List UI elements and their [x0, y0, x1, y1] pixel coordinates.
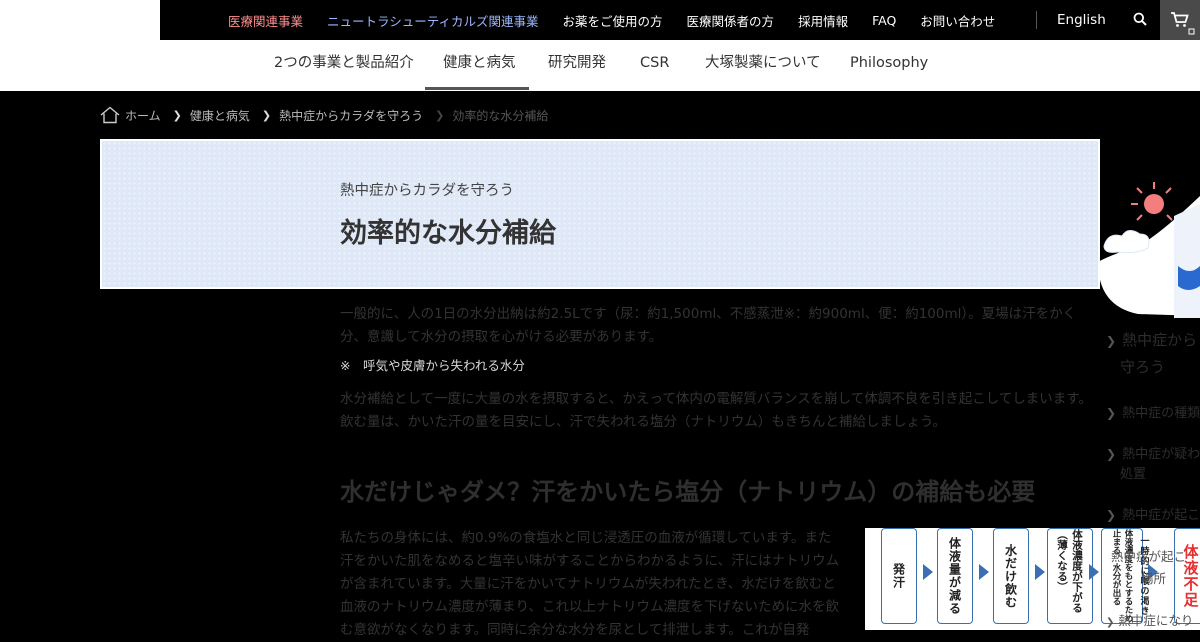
hero-banner: 熱中症からカラダを守ろう 効率的な水分補給	[100, 139, 1100, 289]
topnav-patients[interactable]: お薬をご使用の方	[563, 11, 663, 30]
overlay-text: ❯ 熱中症になり	[1106, 610, 1193, 629]
sidemenu-item[interactable]: ❯ 熱中症の種類	[1106, 402, 1200, 421]
cart-button[interactable]	[1160, 0, 1200, 40]
home-icon	[100, 106, 120, 124]
sidemenu-item-cont[interactable]: 守ろう	[1120, 356, 1165, 377]
mainnav-csr[interactable]: CSR	[640, 40, 669, 91]
arrow-right-icon	[979, 564, 989, 580]
dehydration-infographic: 発汗 体液量が減る 水だけ飲む 体液濃度が下がる（薄くなる） 体液濃度をもとする…	[865, 528, 1200, 630]
chevron-right-icon: ❯	[1106, 617, 1115, 628]
chevron-right-icon: ❯	[435, 108, 445, 122]
arrow-right-icon	[923, 564, 933, 580]
chevron-right-icon: ❯	[172, 108, 182, 122]
mainnav-health[interactable]: 健康と病気	[443, 40, 516, 91]
mainnav-business[interactable]: 2つの事業と製品紹介	[274, 40, 414, 91]
sidemenu-item[interactable]: ❯ 熱中症が疑わ	[1106, 443, 1200, 462]
page-title: 効率的な水分補給	[340, 218, 556, 249]
mainnav-active-indicator	[425, 87, 529, 90]
sidemenu-label: 熱中症が起こ	[1122, 508, 1200, 523]
arrow-right-icon	[1089, 564, 1099, 580]
topnav-medical[interactable]: 医療関連事業	[228, 11, 303, 30]
footnote: ※ 呼気や皮膚から失われる水分	[340, 358, 525, 373]
arrow-right-icon	[1035, 564, 1045, 580]
step-box: 体液量が減る	[937, 528, 973, 624]
step-box: 体液濃度が下がる（薄くなる）	[1047, 528, 1093, 624]
sidemenu-item-cont[interactable]: 処置	[1120, 463, 1146, 482]
logo-area[interactable]	[0, 0, 160, 40]
sidemenu-label: 熱中症から	[1122, 331, 1198, 349]
paragraph-intake: 一般的に、人の1日の水分出納は約2.5Lです（尿：約1,500ml、不感蒸泄※：…	[340, 306, 1077, 345]
mainnav-about[interactable]: 大塚製薬について	[705, 40, 821, 91]
chevron-right-icon: ❯	[1106, 447, 1117, 461]
step-box: 水だけ飲む	[993, 528, 1029, 624]
cart-icon	[1171, 12, 1195, 35]
breadcrumb-home[interactable]: ホーム	[100, 106, 161, 124]
top-bar: 医療関連事業 ニュートラシューティカルズ関連事業 お薬をご使用の方 医療関係者の…	[0, 0, 1200, 40]
chevron-right-icon: ❯	[1106, 406, 1117, 420]
main-nav: 2つの事業と製品紹介 健康と病気 研究開発 CSR 大塚製薬について Philo…	[0, 40, 1200, 91]
breadcrumb-current: 効率的な水分補給	[452, 108, 549, 123]
topnav-careers[interactable]: 採用情報	[798, 11, 848, 30]
chevron-right-icon: ❯	[1106, 508, 1117, 522]
heatstroke-illustration	[1098, 182, 1200, 318]
breadcrumb-item[interactable]: 熱中症からカラダを守ろう	[279, 107, 423, 124]
sidemenu-label: 熱中症が疑わ	[1122, 447, 1200, 462]
overlay-text: 場所	[1141, 571, 1167, 586]
breadcrumb: ホーム ❯ 健康と病気 ❯ 熱中症からカラダを守ろう ❯ 効率的な水分補給	[100, 104, 548, 126]
topnav-nutraceuticals[interactable]: ニュートラシューティカルズ関連事業	[327, 11, 539, 30]
breadcrumb-item[interactable]: 健康と病気	[190, 107, 250, 124]
step-box: 発汗	[881, 528, 917, 624]
topnav-professionals[interactable]: 医療関係者の方	[687, 11, 775, 30]
chevron-right-icon: ❯	[1106, 334, 1117, 348]
top-nav: 医療関連事業 ニュートラシューティカルズ関連事業 お薬をご使用の方 医療関係者の…	[228, 0, 1019, 40]
topnav-faq[interactable]: FAQ	[872, 13, 896, 28]
topnav-contact[interactable]: お問い合わせ	[920, 11, 995, 30]
mainnav-philosophy[interactable]: Philosophy	[850, 40, 928, 91]
english-link[interactable]: English	[1057, 0, 1106, 40]
breadcrumb-home-label: ホーム	[125, 108, 161, 123]
paragraph-balance: 水分補給として一度に大量の水を摂取すると、かえって体内の電解質バランスを崩して体…	[340, 391, 1092, 430]
sidemenu-item[interactable]: ❯ 熱中症が起こ	[1106, 504, 1200, 523]
paragraph-sodium: 私たちの身体には、約0.9%の食塩水と同じ浸透圧の血液が循環しています。また汗を…	[340, 530, 840, 638]
mainnav-research[interactable]: 研究開発	[548, 40, 606, 91]
hero-subtitle: 熱中症からカラダを守ろう	[340, 183, 514, 199]
topnav-divider	[1036, 11, 1037, 29]
search-icon[interactable]	[1133, 12, 1147, 26]
overlay-label: 熱中症になり	[1118, 613, 1194, 628]
section-heading: 水だけじゃダメ？汗をかいたら塩分（ナトリウム）の補給も必要	[340, 478, 1036, 506]
overlay-text: 熱中症が起こ	[1111, 549, 1187, 564]
chevron-right-icon: ❯	[261, 108, 272, 122]
sidemenu-label: 熱中症の種類	[1122, 406, 1200, 421]
sidemenu-item[interactable]: ❯ 熱中症から	[1106, 329, 1197, 350]
